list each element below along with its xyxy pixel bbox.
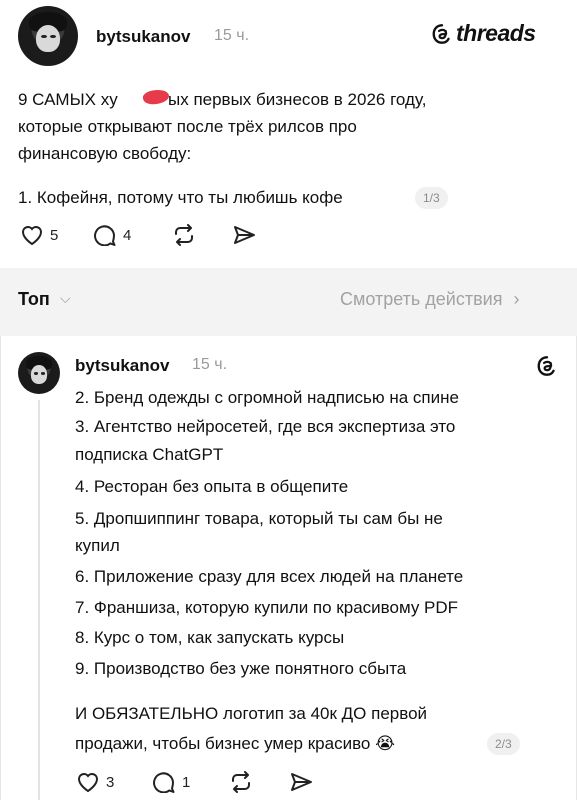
heart-icon xyxy=(21,226,43,246)
post-time: 15 ч. xyxy=(192,356,228,373)
sort-bar: Топ ⌵ Смотреть действия › xyxy=(0,268,577,336)
post-username[interactable]: bytsukanov xyxy=(75,356,169,376)
post-text-line: купил xyxy=(75,536,120,555)
like-button[interactable]: 5 xyxy=(20,224,58,246)
thread-connector-line xyxy=(38,400,40,800)
redaction-scribble xyxy=(141,87,171,107)
chevron-right-icon: › xyxy=(513,289,520,309)
like-count: 5 xyxy=(50,226,59,244)
post-text-line: ых первых бизнесов в 2026 году, xyxy=(168,90,427,109)
post-text-line: 9 САМЫХ ху xyxy=(18,90,118,109)
post-text-line: 3. Агентство нейросетей, где вся эксперт… xyxy=(75,417,456,436)
comment-icon xyxy=(94,225,116,246)
threads-logo-icon xyxy=(432,24,450,44)
post-card-1: bytsukanov 15 ч. threads 9 САМЫХ ху ых п… xyxy=(0,0,577,268)
thread-border-left xyxy=(0,336,1,800)
reply-button[interactable]: 4 xyxy=(93,224,131,246)
post-text-line: продажи, чтобы бизнес умер красиво 😭 xyxy=(75,734,395,753)
post-text-line: И ОБЯЗАТЕЛЬНО логотип за 40к ДО первой xyxy=(75,704,428,723)
like-count: 3 xyxy=(106,773,115,791)
threads-logo-icon xyxy=(537,356,555,376)
reply-button[interactable]: 1 xyxy=(152,771,190,793)
share-icon xyxy=(291,773,312,791)
avatar[interactable] xyxy=(18,352,60,394)
repost-icon xyxy=(175,224,193,246)
heart-icon xyxy=(77,773,99,793)
repost-button[interactable] xyxy=(172,224,196,246)
post-text-line: 9. Производство без уже понятного сбыта xyxy=(75,659,407,678)
reply-count: 4 xyxy=(123,226,132,244)
sort-dropdown[interactable]: Топ xyxy=(18,289,50,310)
post-time: 15 ч. xyxy=(214,27,250,44)
avatar[interactable] xyxy=(18,6,78,66)
share-button[interactable] xyxy=(289,771,313,793)
like-button[interactable]: 3 xyxy=(76,771,114,793)
post-text-line: 7. Франшиза, которую купили по красивому… xyxy=(75,598,459,617)
post-text-line: подписка ChatGPT xyxy=(75,445,224,464)
repost-icon xyxy=(232,771,250,793)
post-text-line: 5. Дропшиппинг товара, который ты сам бы… xyxy=(75,509,443,528)
post-text-line: которые открывают после трёх рилсов про xyxy=(18,117,357,136)
share-icon xyxy=(234,226,255,244)
page-badge: 2/3 xyxy=(487,733,520,755)
reply-count: 1 xyxy=(182,773,191,791)
page-badge: 1/3 xyxy=(415,187,448,209)
share-button[interactable] xyxy=(232,224,256,246)
chevron-down-icon[interactable]: ⌵ xyxy=(60,290,71,307)
post-list-item: 1. Кофейня, потому что ты любишь кофе xyxy=(18,188,343,207)
post-text-line: 2. Бренд одежды с огромной надписью на с… xyxy=(75,388,459,407)
post-text-line: 8. Курс о том, как запускать курсы xyxy=(75,628,345,647)
comment-icon xyxy=(153,772,175,793)
post-username[interactable]: bytsukanov xyxy=(96,27,190,47)
post-card-2: bytsukanov 15 ч. 2. Бренд одежды с огром… xyxy=(0,336,577,800)
post-text-line: 4. Ресторан без опыта в общепите xyxy=(75,477,349,496)
view-activity-link[interactable]: Смотреть действия › xyxy=(340,289,519,310)
threads-logo: threads xyxy=(432,20,536,47)
post-text-line: финансовую свободу: xyxy=(18,144,192,163)
repost-button[interactable] xyxy=(229,771,253,793)
post-text-line: 6. Приложение сразу для всех людей на пл… xyxy=(75,567,464,586)
